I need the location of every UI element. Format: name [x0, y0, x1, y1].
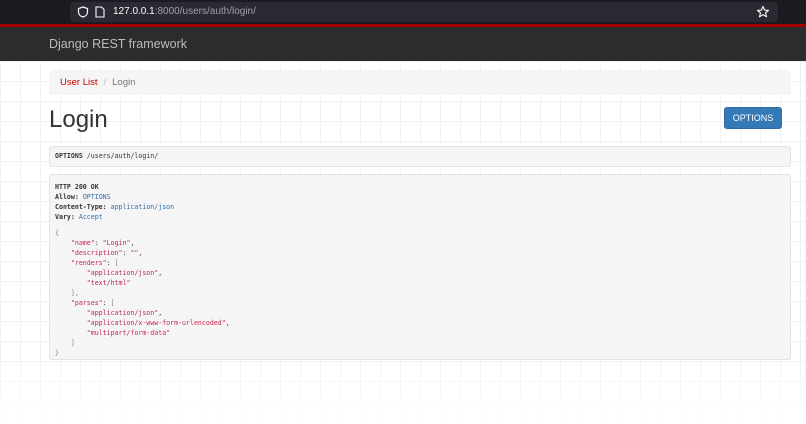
shield-icon[interactable]	[77, 6, 89, 18]
url-host: 127.0.0.1	[113, 6, 155, 17]
json-renders-close: ],	[55, 289, 79, 297]
json-parses-item: "application/json",	[86, 309, 163, 317]
browser-toolbar: 127.0.0.1:8000/users/auth/login/	[0, 0, 806, 24]
page-icon	[95, 6, 105, 18]
breadcrumb-separator: /	[103, 77, 107, 88]
breadcrumb-current: Login	[112, 77, 136, 88]
page-fade	[0, 361, 806, 424]
response-info: HTTP 200 OK Allow: OPTIONS Content-Type: a…	[49, 174, 791, 360]
header-vary: Vary: Accept	[55, 213, 103, 221]
json-parses-item: "multipart/form-data"	[86, 329, 171, 337]
json-parses-item: "application/x-www-form-urlencoded",	[86, 319, 230, 327]
json-close-brace: }	[55, 349, 59, 357]
request-method: OPTIONS	[55, 152, 83, 160]
json-name: "name": "Login",	[70, 239, 135, 247]
json-renders-item: "text/html"	[86, 279, 131, 287]
request-info: OPTIONS /users/auth/login/	[49, 146, 791, 167]
json-renders: "renders": [	[70, 259, 119, 267]
response-status: HTTP 200 OK	[55, 183, 99, 191]
address-bar[interactable]: 127.0.0.1:8000/users/auth/login/	[70, 2, 778, 22]
options-button[interactable]: OPTIONS	[724, 107, 782, 129]
bookmark-star-icon[interactable]	[756, 5, 770, 19]
brand-link[interactable]: Django REST framework	[49, 37, 187, 51]
navbar: Django REST framework	[0, 24, 806, 61]
json-parses: "parses": [	[70, 299, 115, 307]
json-open-brace: {	[55, 229, 59, 237]
breadcrumb-user-list[interactable]: User List	[60, 77, 97, 88]
json-description: "description": "",	[70, 249, 143, 257]
json-renders-item: "application/json",	[86, 269, 163, 277]
request-path: /users/auth/login/	[86, 152, 159, 160]
header-allow: Allow: OPTIONS	[55, 193, 111, 201]
page-content: User List / Login Login OPTIONS OPTIONS /u…	[0, 61, 806, 424]
url-path: :8000/users/auth/login/	[154, 6, 256, 17]
breadcrumb: User List / Login	[49, 70, 791, 95]
header-content-type: Content-Type: application/json	[55, 203, 175, 211]
json-parses-close: ]	[55, 339, 75, 347]
url-text[interactable]: 127.0.0.1:8000/users/auth/login/	[113, 5, 256, 19]
page-title: Login	[49, 106, 108, 133]
